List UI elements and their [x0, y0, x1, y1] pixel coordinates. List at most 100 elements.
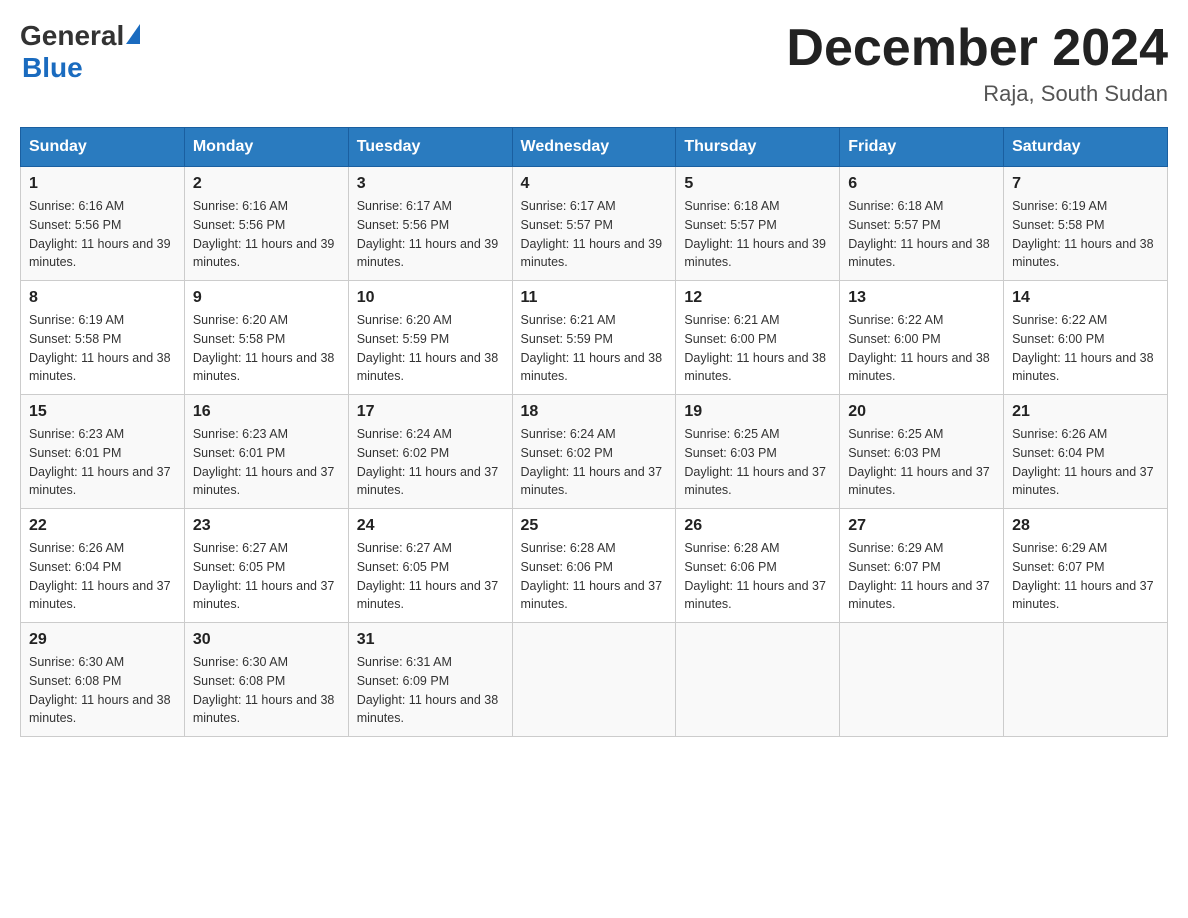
day-info: Sunrise: 6:30 AM Sunset: 6:08 PM Dayligh… — [193, 653, 340, 728]
day-info: Sunrise: 6:21 AM Sunset: 6:00 PM Dayligh… — [684, 311, 831, 386]
day-number: 19 — [684, 403, 831, 421]
day-info: Sunrise: 6:24 AM Sunset: 6:02 PM Dayligh… — [357, 425, 504, 500]
day-info: Sunrise: 6:29 AM Sunset: 6:07 PM Dayligh… — [1012, 539, 1159, 614]
day-info: Sunrise: 6:18 AM Sunset: 5:57 PM Dayligh… — [848, 197, 995, 272]
day-number: 12 — [684, 289, 831, 307]
day-number: 28 — [1012, 517, 1159, 535]
calendar-cell: 13 Sunrise: 6:22 AM Sunset: 6:00 PM Dayl… — [840, 281, 1004, 395]
day-info: Sunrise: 6:16 AM Sunset: 5:56 PM Dayligh… — [29, 197, 176, 272]
day-info: Sunrise: 6:24 AM Sunset: 6:02 PM Dayligh… — [521, 425, 668, 500]
day-info: Sunrise: 6:30 AM Sunset: 6:08 PM Dayligh… — [29, 653, 176, 728]
day-info: Sunrise: 6:26 AM Sunset: 6:04 PM Dayligh… — [29, 539, 176, 614]
day-number: 30 — [193, 631, 340, 649]
calendar-cell: 25 Sunrise: 6:28 AM Sunset: 6:06 PM Dayl… — [512, 509, 676, 623]
day-info: Sunrise: 6:19 AM Sunset: 5:58 PM Dayligh… — [29, 311, 176, 386]
calendar-cell: 4 Sunrise: 6:17 AM Sunset: 5:57 PM Dayli… — [512, 167, 676, 281]
logo-general-text: General — [20, 20, 124, 52]
column-header-friday: Friday — [840, 128, 1004, 167]
day-info: Sunrise: 6:27 AM Sunset: 6:05 PM Dayligh… — [357, 539, 504, 614]
day-number: 20 — [848, 403, 995, 421]
calendar-week-row: 15 Sunrise: 6:23 AM Sunset: 6:01 PM Dayl… — [21, 395, 1168, 509]
calendar-cell: 7 Sunrise: 6:19 AM Sunset: 5:58 PM Dayli… — [1004, 167, 1168, 281]
day-number: 13 — [848, 289, 995, 307]
day-number: 27 — [848, 517, 995, 535]
calendar-cell: 2 Sunrise: 6:16 AM Sunset: 5:56 PM Dayli… — [184, 167, 348, 281]
calendar-cell: 23 Sunrise: 6:27 AM Sunset: 6:05 PM Dayl… — [184, 509, 348, 623]
day-number: 11 — [521, 289, 668, 307]
day-number: 1 — [29, 175, 176, 193]
day-number: 24 — [357, 517, 504, 535]
calendar-cell: 6 Sunrise: 6:18 AM Sunset: 5:57 PM Dayli… — [840, 167, 1004, 281]
logo-triangle-icon — [126, 24, 140, 44]
calendar-week-row: 22 Sunrise: 6:26 AM Sunset: 6:04 PM Dayl… — [21, 509, 1168, 623]
calendar-cell: 26 Sunrise: 6:28 AM Sunset: 6:06 PM Dayl… — [676, 509, 840, 623]
title-block: December 2024 Raja, South Sudan — [786, 20, 1168, 107]
day-info: Sunrise: 6:18 AM Sunset: 5:57 PM Dayligh… — [684, 197, 831, 272]
calendar-week-row: 1 Sunrise: 6:16 AM Sunset: 5:56 PM Dayli… — [21, 167, 1168, 281]
calendar-cell — [676, 623, 840, 737]
column-header-tuesday: Tuesday — [348, 128, 512, 167]
calendar-cell: 11 Sunrise: 6:21 AM Sunset: 5:59 PM Dayl… — [512, 281, 676, 395]
calendar-cell: 29 Sunrise: 6:30 AM Sunset: 6:08 PM Dayl… — [21, 623, 185, 737]
calendar-cell: 27 Sunrise: 6:29 AM Sunset: 6:07 PM Dayl… — [840, 509, 1004, 623]
day-info: Sunrise: 6:22 AM Sunset: 6:00 PM Dayligh… — [1012, 311, 1159, 386]
calendar-table: SundayMondayTuesdayWednesdayThursdayFrid… — [20, 127, 1168, 737]
calendar-cell: 24 Sunrise: 6:27 AM Sunset: 6:05 PM Dayl… — [348, 509, 512, 623]
day-number: 17 — [357, 403, 504, 421]
day-number: 6 — [848, 175, 995, 193]
column-header-wednesday: Wednesday — [512, 128, 676, 167]
calendar-week-row: 8 Sunrise: 6:19 AM Sunset: 5:58 PM Dayli… — [21, 281, 1168, 395]
day-number: 8 — [29, 289, 176, 307]
location-text: Raja, South Sudan — [786, 81, 1168, 107]
column-header-thursday: Thursday — [676, 128, 840, 167]
day-info: Sunrise: 6:27 AM Sunset: 6:05 PM Dayligh… — [193, 539, 340, 614]
day-number: 9 — [193, 289, 340, 307]
day-number: 21 — [1012, 403, 1159, 421]
day-info: Sunrise: 6:28 AM Sunset: 6:06 PM Dayligh… — [521, 539, 668, 614]
day-number: 31 — [357, 631, 504, 649]
day-info: Sunrise: 6:26 AM Sunset: 6:04 PM Dayligh… — [1012, 425, 1159, 500]
calendar-cell: 10 Sunrise: 6:20 AM Sunset: 5:59 PM Dayl… — [348, 281, 512, 395]
calendar-cell: 15 Sunrise: 6:23 AM Sunset: 6:01 PM Dayl… — [21, 395, 185, 509]
day-number: 23 — [193, 517, 340, 535]
day-number: 16 — [193, 403, 340, 421]
day-info: Sunrise: 6:22 AM Sunset: 6:00 PM Dayligh… — [848, 311, 995, 386]
calendar-cell: 17 Sunrise: 6:24 AM Sunset: 6:02 PM Dayl… — [348, 395, 512, 509]
calendar-cell: 8 Sunrise: 6:19 AM Sunset: 5:58 PM Dayli… — [21, 281, 185, 395]
month-title: December 2024 — [786, 20, 1168, 77]
calendar-cell: 9 Sunrise: 6:20 AM Sunset: 5:58 PM Dayli… — [184, 281, 348, 395]
day-info: Sunrise: 6:28 AM Sunset: 6:06 PM Dayligh… — [684, 539, 831, 614]
day-number: 7 — [1012, 175, 1159, 193]
calendar-cell: 19 Sunrise: 6:25 AM Sunset: 6:03 PM Dayl… — [676, 395, 840, 509]
day-info: Sunrise: 6:20 AM Sunset: 5:59 PM Dayligh… — [357, 311, 504, 386]
day-number: 10 — [357, 289, 504, 307]
day-number: 5 — [684, 175, 831, 193]
day-number: 14 — [1012, 289, 1159, 307]
day-info: Sunrise: 6:31 AM Sunset: 6:09 PM Dayligh… — [357, 653, 504, 728]
day-number: 2 — [193, 175, 340, 193]
calendar-cell — [840, 623, 1004, 737]
calendar-cell: 30 Sunrise: 6:30 AM Sunset: 6:08 PM Dayl… — [184, 623, 348, 737]
logo-blue-text: Blue — [22, 52, 83, 84]
calendar-cell: 20 Sunrise: 6:25 AM Sunset: 6:03 PM Dayl… — [840, 395, 1004, 509]
calendar-cell: 5 Sunrise: 6:18 AM Sunset: 5:57 PM Dayli… — [676, 167, 840, 281]
day-info: Sunrise: 6:16 AM Sunset: 5:56 PM Dayligh… — [193, 197, 340, 272]
calendar-cell: 12 Sunrise: 6:21 AM Sunset: 6:00 PM Dayl… — [676, 281, 840, 395]
day-info: Sunrise: 6:25 AM Sunset: 6:03 PM Dayligh… — [684, 425, 831, 500]
day-info: Sunrise: 6:17 AM Sunset: 5:56 PM Dayligh… — [357, 197, 504, 272]
calendar-cell: 21 Sunrise: 6:26 AM Sunset: 6:04 PM Dayl… — [1004, 395, 1168, 509]
day-number: 4 — [521, 175, 668, 193]
column-header-sunday: Sunday — [21, 128, 185, 167]
calendar-cell — [512, 623, 676, 737]
calendar-cell: 28 Sunrise: 6:29 AM Sunset: 6:07 PM Dayl… — [1004, 509, 1168, 623]
day-number: 29 — [29, 631, 176, 649]
day-info: Sunrise: 6:29 AM Sunset: 6:07 PM Dayligh… — [848, 539, 995, 614]
calendar-cell: 22 Sunrise: 6:26 AM Sunset: 6:04 PM Dayl… — [21, 509, 185, 623]
day-number: 3 — [357, 175, 504, 193]
column-header-saturday: Saturday — [1004, 128, 1168, 167]
calendar-cell — [1004, 623, 1168, 737]
day-info: Sunrise: 6:25 AM Sunset: 6:03 PM Dayligh… — [848, 425, 995, 500]
day-info: Sunrise: 6:23 AM Sunset: 6:01 PM Dayligh… — [29, 425, 176, 500]
calendar-cell: 14 Sunrise: 6:22 AM Sunset: 6:00 PM Dayl… — [1004, 281, 1168, 395]
day-number: 18 — [521, 403, 668, 421]
